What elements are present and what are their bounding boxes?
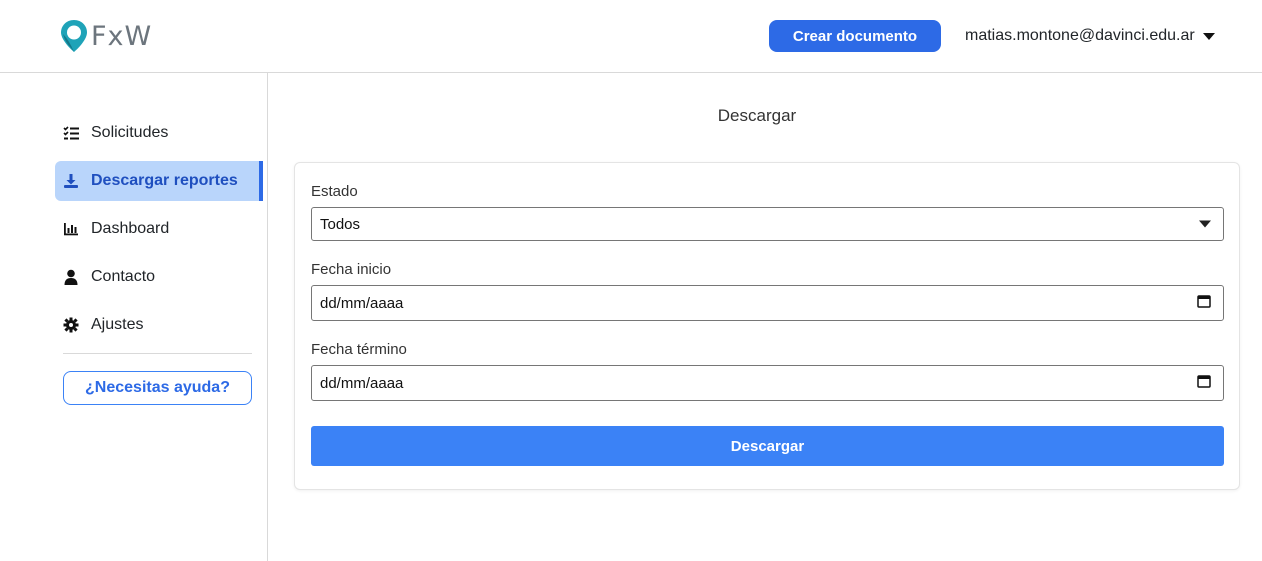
sidebar: Solicitudes Descargar reportes Dashboard xyxy=(0,73,268,561)
sidebar-item-ajustes[interactable]: Ajustes xyxy=(55,305,263,345)
sidebar-item-label: Ajustes xyxy=(91,316,144,333)
fecha-inicio-input[interactable]: dd/mm/aaaa xyxy=(311,285,1224,321)
fecha-inicio-placeholder: dd/mm/aaaa xyxy=(320,294,404,312)
sidebar-item-label: Dashboard xyxy=(91,220,170,237)
fecha-termino-placeholder: dd/mm/aaaa xyxy=(320,374,404,392)
caret-down-icon xyxy=(1202,32,1215,40)
sidebar-item-label: Contacto xyxy=(91,268,156,285)
calendar-icon[interactable] xyxy=(1197,374,1211,392)
sidebar-item-label: Solicitudes xyxy=(91,124,169,141)
user-email: matias.montone@davinci.edu.ar xyxy=(965,27,1195,44)
calendar-icon[interactable] xyxy=(1197,294,1211,312)
estado-label: Estado xyxy=(311,183,358,200)
help-button[interactable]: ¿Necesitas ayuda? xyxy=(63,371,252,405)
bar-chart-icon xyxy=(63,221,79,237)
fecha-termino-label: Fecha término xyxy=(311,341,407,358)
user-menu-dropdown[interactable]: matias.montone@davinci.edu.ar xyxy=(965,24,1215,48)
sidebar-item-contacto[interactable]: Contacto xyxy=(55,257,263,297)
sidebar-item-dashboard[interactable]: Dashboard xyxy=(55,209,263,249)
page-title: Descargar xyxy=(717,106,797,125)
download-icon xyxy=(63,173,79,189)
sidebar-item-solicitudes[interactable]: Solicitudes xyxy=(55,113,263,153)
gear-icon xyxy=(63,317,79,333)
fecha-termino-input[interactable]: dd/mm/aaaa xyxy=(311,365,1224,401)
app-logo[interactable]: FxW xyxy=(59,18,152,54)
download-form-card: Estado Todos Fecha inicio dd/mm/aaaa Fec… xyxy=(294,162,1240,490)
top-header: FxW Crear documento matias.montone@davin… xyxy=(0,0,1262,73)
sidebar-divider xyxy=(63,353,252,354)
user-icon xyxy=(63,269,79,285)
estado-select[interactable]: Todos xyxy=(311,207,1224,241)
descargar-button[interactable]: Descargar xyxy=(311,426,1224,466)
estado-selected-value: Todos xyxy=(320,215,361,233)
location-pin-logo-icon xyxy=(61,20,87,52)
chevron-down-icon xyxy=(1199,220,1211,228)
sidebar-item-descargar-reportes[interactable]: Descargar reportes xyxy=(55,161,263,201)
create-document-button[interactable]: Crear documento xyxy=(769,20,941,52)
logo-text: FxW xyxy=(91,20,153,52)
fecha-inicio-label: Fecha inicio xyxy=(311,261,392,278)
list-check-icon xyxy=(63,125,79,141)
sidebar-item-label: Descargar reportes xyxy=(91,172,238,189)
